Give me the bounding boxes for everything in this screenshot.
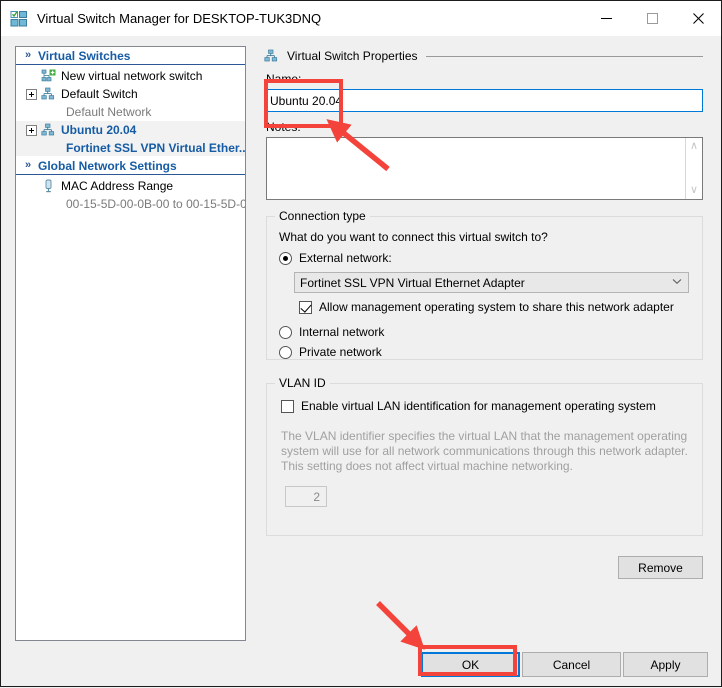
apply-button[interactable]: Apply (623, 652, 708, 677)
mac-range-icon (41, 179, 56, 193)
chevron-collapse-icon[interactable]: » (21, 50, 35, 61)
tree-section-label: Global Network Settings (38, 158, 177, 173)
checkbox-label: Allow management operating system to sha… (319, 300, 674, 314)
switch-icon (264, 49, 279, 63)
sidebar-item-ubuntu-2004[interactable]: Ubuntu 20.04 (16, 121, 245, 139)
scroll-up-icon[interactable]: ∧ (690, 141, 698, 152)
checkbox-allow-management-share[interactable]: Allow management operating system to sha… (299, 300, 674, 314)
dialog-content: » Virtual Switches New virtual network s… (1, 36, 721, 686)
new-switch-icon (41, 69, 56, 83)
sidebar-item-label: Default Switch (61, 87, 138, 101)
sidebar-item-new-virtual-network-switch[interactable]: New virtual network switch (16, 67, 245, 85)
vlan-id-value: 2 (313, 489, 320, 504)
adapter-value: Fortinet SSL VPN Virtual Ethernet Adapte… (300, 275, 525, 290)
window-title: Virtual Switch Manager for DESKTOP-TUK3D… (37, 11, 322, 26)
connection-question: What do you want to connect this virtual… (279, 230, 548, 244)
properties-panel: Virtual Switch Properties Name: Notes: ∧… (256, 46, 708, 641)
checkbox-enable-vlan[interactable]: Enable virtual LAN identification for ma… (281, 399, 656, 413)
chevron-down-icon[interactable] (672, 277, 682, 288)
tree-section-label: Virtual Switches (38, 48, 131, 63)
radio-icon[interactable] (279, 325, 292, 339)
scroll-down-icon[interactable]: ∨ (690, 185, 698, 196)
radio-icon[interactable] (279, 251, 292, 265)
window-controls (583, 1, 721, 36)
connection-type-group: Connection type What do you want to conn… (266, 209, 703, 360)
navigation-tree[interactable]: » Virtual Switches New virtual network s… (15, 46, 246, 641)
checkbox-icon[interactable] (281, 399, 294, 413)
sidebar-subitem-label: 00-15-5D-00-0B-00 to 00-15-5D-0... (66, 196, 246, 211)
close-button[interactable] (675, 1, 721, 36)
tree-section-global-network-settings[interactable]: » Global Network Settings (16, 157, 245, 175)
hyper-v-switch-icon (10, 10, 28, 28)
ok-button[interactable]: OK (421, 652, 520, 677)
sidebar-item-label: MAC Address Range (61, 179, 174, 193)
radio-label: Private network (299, 345, 382, 359)
sidebar-item-default-switch[interactable]: Default Switch (16, 85, 245, 103)
expand-icon[interactable] (26, 88, 37, 100)
expand-icon[interactable] (26, 124, 37, 136)
remove-button[interactable]: Remove (618, 556, 703, 579)
radio-icon[interactable] (279, 345, 292, 359)
switch-icon (41, 87, 56, 101)
connection-type-legend: Connection type (275, 209, 370, 223)
notes-scrollbar[interactable]: ∧ ∨ (685, 138, 702, 199)
sidebar-item-label: Ubuntu 20.04 (61, 123, 137, 137)
radio-internal-network[interactable]: Internal network (279, 325, 384, 339)
text-caret (342, 93, 343, 108)
sidebar-item-label: New virtual network switch (61, 69, 203, 83)
name-label: Name: (266, 72, 302, 86)
virtual-switch-properties-header: Virtual Switch Properties (264, 46, 708, 66)
checkbox-label: Enable virtual LAN identification for ma… (301, 399, 656, 413)
checkbox-icon[interactable] (299, 300, 312, 314)
vlan-id-group: VLAN ID Enable virtual LAN identificatio… (266, 376, 703, 536)
radio-label: Internal network (299, 325, 385, 339)
sidebar-subitem-mac-range-value[interactable]: 00-15-5D-00-0B-00 to 00-15-5D-0... (16, 195, 245, 212)
tree-section-virtual-switches[interactable]: » Virtual Switches (16, 47, 245, 65)
chevron-collapse-icon[interactable]: » (21, 160, 35, 171)
vlan-id-spinner[interactable]: 2 (285, 486, 327, 507)
sidebar-subitem-label: Default Network (66, 104, 152, 119)
switch-icon (41, 123, 56, 137)
maximize-button[interactable] (629, 1, 675, 36)
external-adapter-dropdown[interactable]: Fortinet SSL VPN Virtual Ethernet Adapte… (294, 272, 689, 293)
vlan-id-legend: VLAN ID (275, 376, 330, 390)
name-input-wrapper (266, 89, 703, 112)
radio-external-network[interactable]: External network: (279, 251, 392, 265)
virtual-switch-manager-window: Virtual Switch Manager for DESKTOP-TUK3D… (0, 0, 722, 687)
radio-label: External network: (299, 251, 392, 265)
title-bar: Virtual Switch Manager for DESKTOP-TUK3D… (1, 1, 721, 36)
panel-title: Virtual Switch Properties (287, 49, 418, 63)
notes-label: Notes: (266, 120, 301, 134)
sidebar-subitem-default-network[interactable]: Default Network (16, 103, 245, 120)
notes-textarea[interactable]: ∧ ∨ (266, 137, 703, 200)
radio-private-network[interactable]: Private network (279, 345, 382, 359)
sidebar-subitem-label: Fortinet SSL VPN Virtual Ether... (66, 140, 246, 155)
cancel-button[interactable]: Cancel (522, 652, 621, 677)
header-divider (425, 55, 703, 57)
sidebar-subitem-fortinet-adapter[interactable]: Fortinet SSL VPN Virtual Ether... (16, 139, 245, 156)
vlan-description: The VLAN identifier specifies the virtua… (281, 429, 688, 473)
sidebar-item-mac-address-range[interactable]: MAC Address Range (16, 177, 245, 195)
minimize-button[interactable] (583, 1, 629, 36)
name-input[interactable] (266, 89, 703, 112)
